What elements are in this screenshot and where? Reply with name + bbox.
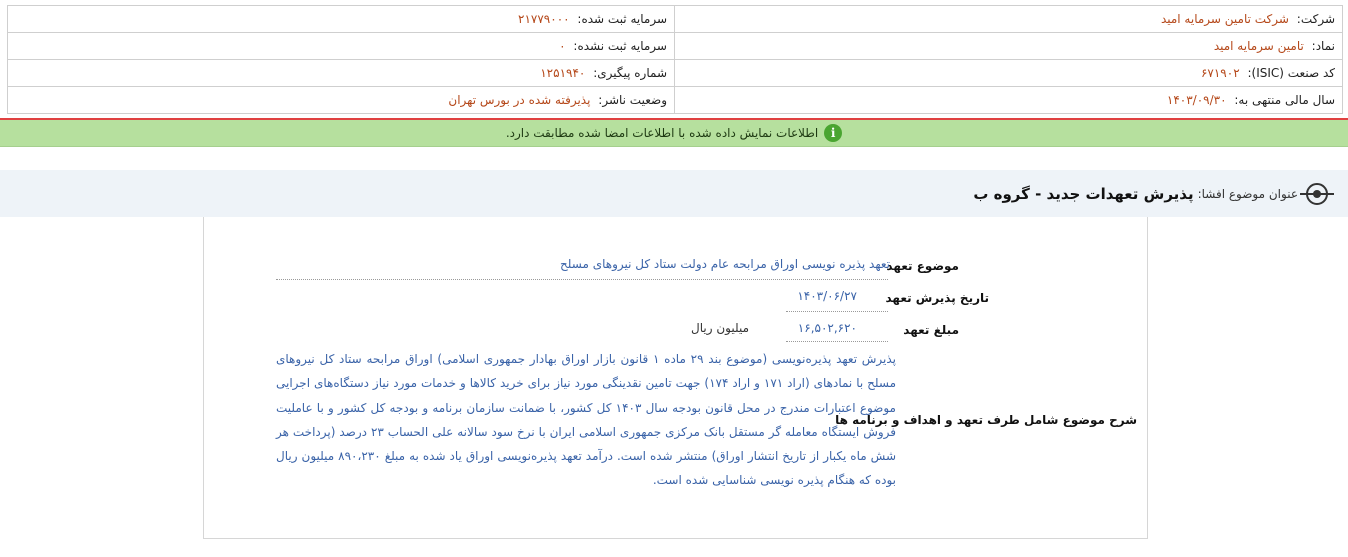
page-title: پذیرش تعهدات جدید - گروه ب <box>973 184 1194 203</box>
info-row: شرکت: شرکت تامین سرمایه امید سرمایه ثبت … <box>7 5 1343 33</box>
notice-text: اطلاعات نمایش داده شده با اطلاعات امضا ش… <box>505 126 819 140</box>
symbol-cell: نماد: تامین سرمایه امید <box>674 32 1343 60</box>
info-row: کد صنعت (ISIC): ۶۷۱۹۰۲ شماره پیگیری: ۱۲۵… <box>7 59 1343 87</box>
isic-label: کد صنعت (ISIC): <box>1247 66 1335 80</box>
symbol-value: تامین سرمایه امید <box>1213 39 1304 53</box>
description-text: پذیرش تعهد پذیره‌نویسی (موضوع بند ۲۹ ماد… <box>276 352 897 488</box>
publisher-status-value: پذیرفته شده در بورس تهران <box>448 93 591 107</box>
unregistered-capital-label: سرمایه ثبت نشده: <box>573 39 667 53</box>
disclosure-title-bar: عنوان موضوع افشا: پذیرش تعهدات جدید - گر… <box>0 170 1348 217</box>
publisher-status-label: وضعیت ناشر: <box>598 93 667 107</box>
fiscal-year-cell: سال مالی منتهی به: ۱۴۰۳/۰۹/۳۰ <box>674 86 1343 114</box>
divider <box>276 279 888 280</box>
verification-notice: i اطلاعات نمایش داده شده با اطلاعات امضا… <box>0 120 1348 147</box>
divider <box>786 311 888 312</box>
acceptance-date-label: تاریخ پذیرش تعهد <box>885 291 989 305</box>
tracking-number-label: شماره پیگیری: <box>593 66 667 80</box>
company-label: شرکت: <box>1296 12 1335 26</box>
isic-value: ۶۷۱۹۰۲ <box>1200 66 1240 80</box>
info-icon: i <box>824 124 843 142</box>
divider <box>786 341 888 342</box>
company-info-table: شرکت: شرکت تامین سرمایه امید سرمایه ثبت … <box>7 5 1343 114</box>
tracking-number-value: ۱۲۵۱۹۴۰ <box>540 66 586 80</box>
registered-capital-label: سرمایه ثبت شده: <box>577 12 667 26</box>
unregistered-capital-cell: سرمایه ثبت نشده: ۰ <box>7 32 675 60</box>
commitment-panel: موضوع تعهد تعهد پذیره نویسی اوراق مرابحه… <box>203 217 1148 539</box>
info-row: نماد: تامین سرمایه امید سرمایه ثبت نشده:… <box>7 32 1343 60</box>
fiscal-year-label: سال مالی منتهی به: <box>1234 93 1335 107</box>
publisher-status-cell: وضعیت ناشر: پذیرفته شده در بورس تهران <box>7 86 675 114</box>
isic-cell: کد صنعت (ISIC): ۶۷۱۹۰۲ <box>674 59 1343 87</box>
symbol-label: نماد: <box>1311 39 1335 53</box>
amount-value: ۱۶,۵۰۲,۶۲۰ <box>797 321 857 335</box>
tracking-number-cell: شماره پیگیری: ۱۲۵۱۹۴۰ <box>7 59 675 87</box>
fiscal-year-value: ۱۴۰۳/۰۹/۳۰ <box>1166 93 1227 107</box>
subject-label: موضوع تعهد <box>886 259 959 273</box>
company-cell: شرکت: شرکت تامین سرمایه امید <box>674 5 1343 33</box>
registered-capital-value: ۲۱۷۷۹۰۰۰ <box>518 12 570 26</box>
subject-value: تعهد پذیره نویسی اوراق مرابحه عام دولت س… <box>560 257 890 271</box>
target-icon <box>1300 182 1334 205</box>
company-value: شرکت تامین سرمایه امید <box>1160 12 1289 26</box>
unregistered-capital-value: ۰ <box>559 39 566 53</box>
acceptance-date-value: ۱۴۰۳/۰۶/۲۷ <box>797 289 857 303</box>
registered-capital-cell: سرمایه ثبت شده: ۲۱۷۷۹۰۰۰ <box>7 5 675 33</box>
amount-label: مبلغ تعهد <box>903 323 959 337</box>
amount-unit: میلیون ریال <box>691 321 749 335</box>
title-prefix: عنوان موضوع افشا: <box>1197 186 1298 201</box>
info-row: سال مالی منتهی به: ۱۴۰۳/۰۹/۳۰ وضعیت ناشر… <box>7 86 1343 114</box>
